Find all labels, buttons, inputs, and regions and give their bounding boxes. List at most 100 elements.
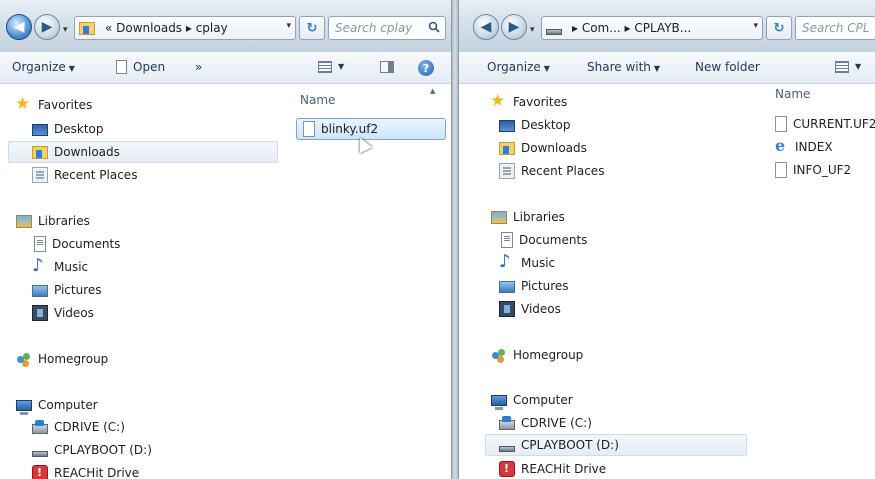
search-input[interactable]: Search cplay [328,16,446,40]
new-folder-button[interactable]: New folder [695,60,760,74]
nav-label: Pictures [521,279,569,293]
nav-downloads[interactable]: Downloads [499,137,587,159]
file-item-info-uf2[interactable]: INFO_UF2 [775,159,851,181]
organize-label: Organize [12,60,66,74]
nav-documents[interactable]: Documents [34,233,120,255]
nav-videos[interactable]: Videos [32,302,94,324]
computer-icon [491,395,507,410]
organize-button[interactable]: Organize ▼ [12,60,75,74]
nav-cdrive[interactable]: CDRIVE (C:) [32,416,125,438]
refresh-button[interactable]: ↻ [766,16,792,40]
explorer-window-downloads: ◀ ▶ ▾ « Downloads ▸ cplay ▾ ↻ Search cpl… [0,0,452,479]
nav-label: CPLAYBOOT (D:) [521,438,619,452]
file-list-pane: Name CURRENT.UF2 INDEX INFO_UF2 [759,85,875,479]
sort-ascending-icon: ▲ [430,87,436,95]
reachit-drive-icon [32,465,48,479]
change-view-icon[interactable] [318,61,332,73]
nav-desktop[interactable]: Desktop [32,118,104,140]
nav-label: CDRIVE (C:) [521,416,592,430]
drive-icon [546,29,562,35]
nav-label: Favorites [38,98,93,112]
address-path: ▸ Com... ▸ CPLAYB... [572,21,692,35]
organize-label: Organize [487,60,541,74]
nav-documents[interactable]: Documents [501,229,587,251]
nav-music[interactable]: Music [499,251,556,274]
nav-videos[interactable]: Videos [499,298,561,320]
nav-cplayboot[interactable]: CPLAYBOOT (D:) [32,439,152,461]
forward-button[interactable]: ▶ [34,14,60,40]
search-icon [428,21,440,33]
refresh-button[interactable]: ↻ [299,16,325,40]
open-label: Open [133,60,166,74]
document-icon [116,60,127,74]
back-button[interactable]: ◀ [6,14,32,40]
nav-pictures[interactable]: Pictures [499,275,569,297]
help-icon[interactable]: ? [418,60,434,76]
address-bar[interactable]: ▸ Com... ▸ CPLAYB... ▾ [541,16,763,40]
nav-label: Desktop [521,118,571,132]
address-bar[interactable]: « Downloads ▸ cplay ▾ [74,16,296,40]
change-view-icon[interactable] [835,61,849,73]
nav-reachit[interactable]: REACHit Drive [499,458,606,479]
more-commands-button[interactable]: » [195,60,202,74]
nav-favorites[interactable]: Favorites [15,94,93,116]
nav-cplayboot[interactable]: CPLAYBOOT (D:) [485,434,747,456]
nav-homegroup[interactable]: Homegroup [491,344,583,366]
file-icon [775,116,787,132]
command-bar: Organize ▼ Open » ▼ ? [0,52,451,84]
forward-arrow-icon: ▶ [41,19,53,35]
organize-button[interactable]: Organize ▼ [487,60,550,74]
file-item-blinky[interactable]: blinky.uf2 [296,118,446,140]
nav-homegroup[interactable]: Homegroup [16,348,108,370]
view-dropdown-icon[interactable]: ▼ [855,62,861,71]
downloads-folder-icon [32,145,48,159]
homegroup-icon [16,351,32,367]
nav-recent-places[interactable]: Recent Places [499,160,604,182]
nav-music[interactable]: Music [32,255,89,278]
nav-downloads[interactable]: Downloads [8,141,278,163]
nav-recent-places[interactable]: Recent Places [32,164,137,186]
back-arrow-icon: ◀ [13,19,25,35]
desktop-stage: ◀ ▶ ▾ « Downloads ▸ cplay ▾ ↻ Search cpl… [0,0,875,479]
forward-button[interactable]: ▶ [501,14,527,40]
recent-pages-dropdown[interactable]: ▾ [63,25,68,35]
nav-label: Music [54,260,89,274]
preview-pane-icon[interactable] [380,61,394,73]
file-item-current-uf2[interactable]: CURRENT.UF2 [775,113,875,135]
nav-reachit[interactable]: REACHit Drive [32,462,139,479]
nav-label: Downloads [54,145,120,159]
forward-arrow-icon: ▶ [508,19,520,35]
address-dropdown-icon[interactable]: ▾ [753,21,758,31]
address-dropdown-icon[interactable]: ▾ [286,21,291,31]
music-icon [499,251,515,272]
nav-computer[interactable]: Computer [16,394,98,416]
removable-drive-icon [499,446,515,452]
nav-pictures[interactable]: Pictures [32,279,102,301]
nav-libraries[interactable]: Libraries [16,210,90,232]
view-dropdown-icon[interactable]: ▼ [338,62,344,71]
nav-desktop[interactable]: Desktop [499,114,571,136]
open-button[interactable]: Open [116,60,165,74]
nav-label: Favorites [513,95,568,109]
nav-cdrive[interactable]: CDRIVE (C:) [499,412,592,434]
nav-computer[interactable]: Computer [491,389,573,411]
nav-libraries[interactable]: Libraries [491,206,565,228]
recent-pages-dropdown[interactable]: ▾ [530,25,535,35]
nav-label: Computer [38,398,98,412]
search-input[interactable]: Search CPL [795,16,875,40]
nav-favorites[interactable]: Favorites [490,91,568,113]
chevron-down-icon: ▼ [653,64,661,73]
nav-label: Homegroup [513,348,584,362]
downloads-folder-icon [499,141,515,155]
name-column-header[interactable]: Name [775,87,810,101]
nav-label: Music [521,256,556,270]
share-with-button[interactable]: Share with ▼ [587,60,660,74]
folder-icon [79,21,95,35]
file-item-index[interactable]: INDEX [775,136,833,158]
back-button[interactable]: ◀ [473,14,499,40]
nav-label: Recent Places [54,168,138,182]
file-icon [303,121,315,137]
homegroup-icon [491,347,507,363]
name-column-header[interactable]: Name [300,93,335,107]
share-with-label: Share with [587,60,651,74]
